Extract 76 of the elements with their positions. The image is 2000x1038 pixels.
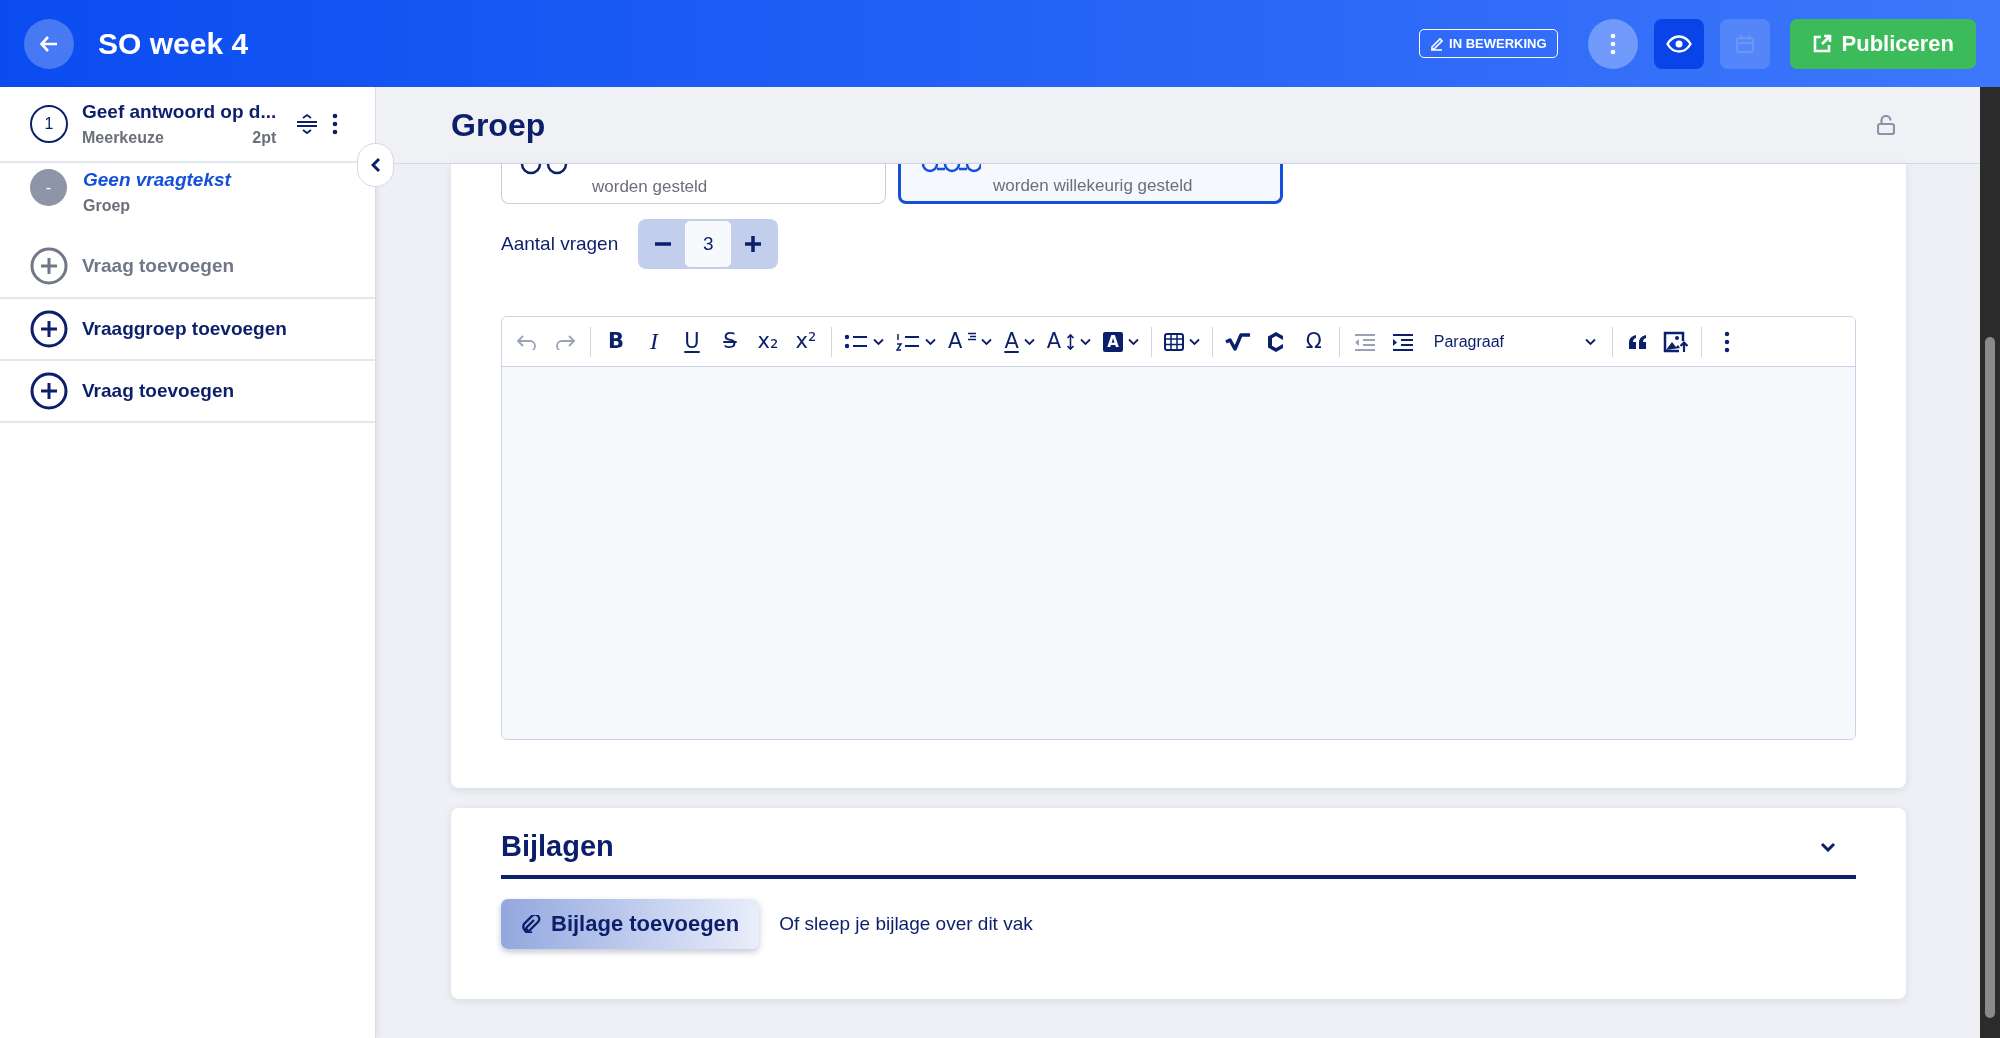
hexagon-c-icon <box>1265 330 1286 353</box>
add-button[interactable]: Vraaggroep toevoegen <box>0 299 375 361</box>
plus-circle-icon <box>30 310 68 348</box>
paragraph-dropdown[interactable]: Paragraaf <box>1423 323 1604 360</box>
plain-button[interactable]: x₂ <box>751 323 785 360</box>
undo-icon <box>516 333 538 350</box>
question-points: 2pt <box>252 129 277 147</box>
caret-icon <box>981 337 993 346</box>
image-upload-icon <box>1662 330 1689 353</box>
add-button[interactable]: Vraag toevoegen <box>0 361 375 423</box>
pencil-icon <box>1430 36 1443 51</box>
add-attachment-button[interactable]: Bijlage toevoegen <box>501 899 760 949</box>
sort-icon[interactable] <box>296 113 319 135</box>
format-button[interactable]: A <box>944 323 997 360</box>
square-root-icon <box>1224 331 1251 352</box>
number-stepper[interactable]: 3 <box>638 219 779 269</box>
more-icon[interactable] <box>332 113 339 135</box>
color-button[interactable]: A <box>1000 323 1039 360</box>
strike-button[interactable]: S <box>713 323 747 360</box>
caret-icon <box>925 337 936 346</box>
more-icon <box>1609 32 1616 55</box>
question-type: Meerkeuze <box>82 129 164 147</box>
highlight-button[interactable]: A <box>1099 323 1143 360</box>
caret-icon <box>1080 337 1092 346</box>
group-marker: - <box>30 169 67 206</box>
indent-icon <box>1391 332 1414 351</box>
minus-icon[interactable] <box>655 242 672 246</box>
question-title: Geef antwoord op d... <box>82 101 277 123</box>
lines-icon <box>967 331 977 341</box>
back-button[interactable] <box>24 18 74 69</box>
plain-button[interactable]: x² <box>789 323 823 360</box>
external-link-icon <box>1811 33 1832 54</box>
caret-icon <box>873 337 884 346</box>
table-icon <box>1163 332 1184 351</box>
plus-icon[interactable] <box>745 236 762 252</box>
count-value[interactable]: 3 <box>685 221 732 267</box>
chevron-left-icon <box>370 157 381 173</box>
group-type: Groep <box>83 197 132 215</box>
underline-button[interactable]: U <box>675 323 709 360</box>
plus-circle-icon <box>30 247 68 285</box>
caret-icon <box>1023 337 1035 346</box>
status-text: IN BEWERKING <box>1449 36 1547 51</box>
option-card[interactable]: worden willekeurig gesteld <box>898 164 1283 204</box>
eye-icon <box>1665 34 1692 53</box>
group-item[interactable]: - Geen vraagtekst Groep <box>0 163 375 235</box>
section-title: Groep <box>451 106 546 144</box>
chevron-down-icon[interactable] <box>1820 841 1836 852</box>
plain-button[interactable]: Ω <box>1296 323 1331 360</box>
calendar-icon <box>1734 33 1755 54</box>
redo-icon <box>554 333 576 350</box>
more-icon <box>1723 330 1730 353</box>
group-title: Geen vraagtekst <box>83 169 231 191</box>
outdent-icon <box>1353 332 1376 351</box>
lock-icon <box>1877 115 1895 135</box>
page-title: SO week 4 <box>98 26 249 61</box>
numbered-list-icon <box>896 331 920 352</box>
paperclip-icon <box>521 915 541 933</box>
italic-button[interactable]: I <box>637 323 671 360</box>
plus-circle-icon <box>30 372 68 410</box>
question-item[interactable]: 1 Geef antwoord op d... Meerkeuze 2pt <box>0 87 375 163</box>
caret-icon <box>1188 337 1200 346</box>
option-card[interactable]: worden gesteld <box>501 164 886 204</box>
question-number: 1 <box>30 105 68 143</box>
bold-button[interactable]: B <box>599 323 633 360</box>
size-button[interactable]: A <box>1042 323 1096 360</box>
caret-icon <box>1584 337 1596 346</box>
attachments-title: Bijlagen <box>501 830 614 863</box>
scrollbar[interactable] <box>1980 87 2000 1038</box>
back-arrow-icon <box>40 35 58 52</box>
caret-icon <box>1127 337 1139 346</box>
add-question-button[interactable]: Vraag toevoegen <box>0 235 375 297</box>
preview-button[interactable] <box>1653 18 1704 69</box>
count-label: Aantal vragen <box>501 233 619 255</box>
quote-icon <box>1627 333 1648 350</box>
drop-hint: Of sleep je bijlage over dit vak <box>779 913 1033 935</box>
up-down-arrow-icon <box>1066 331 1076 352</box>
